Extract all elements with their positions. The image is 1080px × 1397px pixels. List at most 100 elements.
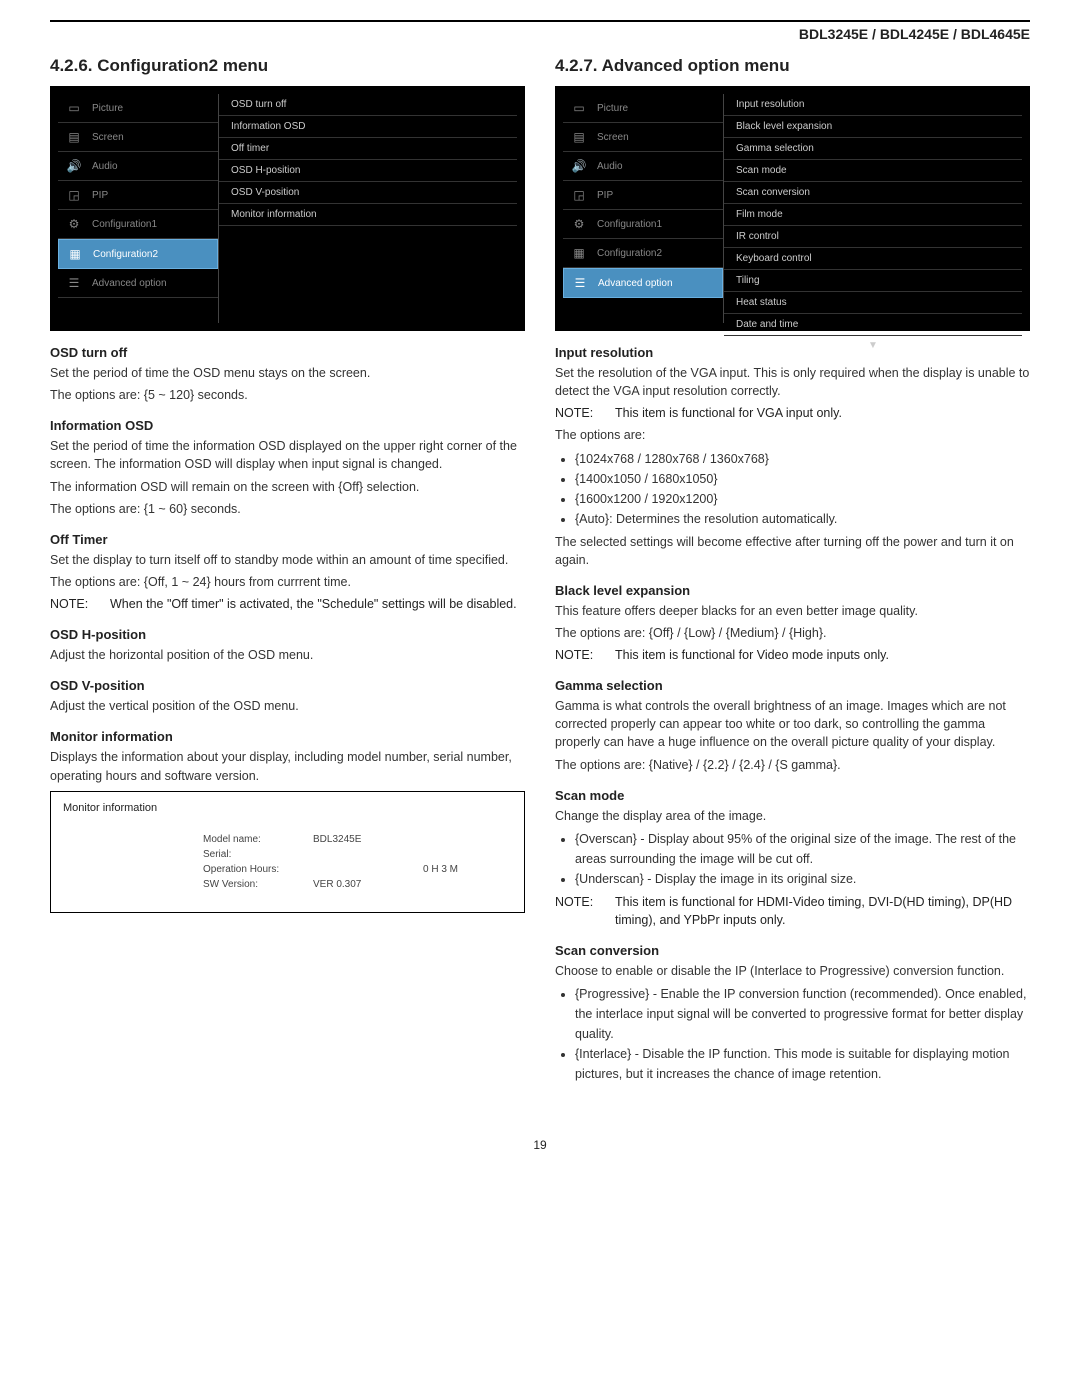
monitor-info-row: SW Version:VER 0.307	[203, 877, 512, 892]
monitor-info-row: Model name:BDL3245E	[203, 832, 512, 847]
list-item: {1600x1200 / 1920x1200}	[575, 489, 1030, 509]
osd-menu-item[interactable]: 🔊Audio	[563, 152, 723, 181]
list-item: {Progressive} - Enable the IP conversion…	[575, 984, 1030, 1044]
body-text: The options are: {Off} / {Low} / {Medium…	[555, 624, 1030, 642]
section-title-config2: 4.2.6. Configuration2 menu	[50, 56, 525, 76]
osd-menu-label: Configuration2	[93, 249, 158, 260]
body-text: Set the period of time the information O…	[50, 437, 525, 473]
pip-icon: ◲	[571, 187, 587, 203]
osd-submenu-item[interactable]: Input resolution	[724, 94, 1022, 116]
body-text: The options are: {1 ~ 60} seconds.	[50, 500, 525, 518]
body-text: Adjust the vertical position of the OSD …	[50, 697, 525, 715]
osd-menu-item[interactable]: ▭Picture	[563, 94, 723, 123]
osd-menu-item[interactable]: ⚙Configuration1	[563, 210, 723, 239]
osd-menu-item[interactable]: ▦ Configuration2	[563, 239, 723, 268]
option-list: {Progressive} - Enable the IP conversion…	[555, 984, 1030, 1084]
note-label: NOTE:	[555, 893, 603, 929]
body-text: The options are: {Off, 1 ~ 24} hours fro…	[50, 573, 525, 591]
osd-menu-label: PIP	[597, 190, 613, 201]
chevron-down-icon: ▼	[724, 336, 1022, 351]
osd-menu-item[interactable]: ▤Screen	[563, 123, 723, 152]
osd-menu-label: Audio	[597, 161, 623, 172]
page-number: 19	[50, 1138, 1030, 1152]
config2-icon: ▦	[571, 245, 587, 261]
list-item: {1024x768 / 1280x768 / 1360x768}	[575, 449, 1030, 469]
osd-menu-item[interactable]: ▦ Configuration2	[58, 239, 218, 269]
osd-submenu-item[interactable]: Black level expansion	[724, 116, 1022, 138]
advanced-icon: ☰	[66, 275, 82, 291]
scan-mode-title: Scan mode	[555, 788, 1030, 803]
body-text: Displays the information about your disp…	[50, 748, 525, 784]
right-column: 4.2.7. Advanced option menu ▭Picture▤Scr…	[555, 56, 1030, 1098]
body-text: The options are: {Native} / {2.2} / {2.4…	[555, 756, 1030, 774]
osd-submenu-item[interactable]: Monitor information	[219, 204, 517, 226]
osd-panel-advanced: ▭Picture▤Screen🔊Audio ◲ PIP ⚙Configuration1…	[555, 86, 1030, 331]
osd-submenu-item[interactable]: OSD V-position	[219, 182, 517, 204]
osd-menu-label: Advanced option	[92, 278, 167, 289]
osd-menu-item[interactable]: 🔊 Audio	[58, 152, 218, 181]
monitor-info-box-title: Monitor information	[63, 802, 512, 814]
note-body: This item is functional for Video mode i…	[615, 646, 1030, 664]
osd-submenu-item[interactable]: Scan conversion	[724, 182, 1022, 204]
osd-menu-item[interactable]: ▭Picture	[58, 94, 218, 123]
monitor-info-row: Operation Hours:0 H 3 M	[203, 862, 512, 877]
osd-panel-config2: ▭Picture▤Screen 🔊 Audio ◲PIP⚙Configuration1…	[50, 86, 525, 331]
body-text: Change the display area of the image.	[555, 807, 1030, 825]
left-column: 4.2.6. Configuration2 menu ▭Picture▤Scre…	[50, 56, 525, 1098]
body-text: The options are:	[555, 426, 1030, 444]
osd-menu-label: Advanced option	[598, 278, 673, 289]
osd-h-title: OSD H-position	[50, 627, 525, 642]
osd-menu-label: Audio	[92, 161, 118, 172]
osd-menu-item[interactable]: ⚙Configuration1	[58, 210, 218, 239]
osd-submenu-item[interactable]: Scan mode	[724, 160, 1022, 182]
info-value	[313, 862, 423, 877]
osd-submenu-item[interactable]: IR control	[724, 226, 1022, 248]
info-label: SW Version:	[203, 877, 313, 892]
osd-submenu-item[interactable]: Date and time	[724, 314, 1022, 336]
osd-menu-item[interactable]: ▤Screen	[58, 123, 218, 152]
info-osd-title: Information OSD	[50, 418, 525, 433]
osd-menu-label: PIP	[92, 190, 108, 201]
config2-icon: ▦	[67, 246, 83, 262]
info-value: BDL3245E	[313, 832, 423, 847]
osd-submenu-item[interactable]: OSD turn off	[219, 94, 517, 116]
info-label: Serial:	[203, 847, 313, 862]
osd-menu-item[interactable]: ◲ PIP	[563, 181, 723, 210]
osd-submenu-item[interactable]: OSD H-position	[219, 160, 517, 182]
black-level-title: Black level expansion	[555, 583, 1030, 598]
monitor-info-row: Serial:	[203, 847, 512, 862]
osd-menu-item[interactable]: ◲PIP	[58, 181, 218, 210]
info-label: Model name:	[203, 832, 313, 847]
osd-menu-label: Configuration2	[597, 248, 662, 259]
body-text: The options are: {5 ~ 120} seconds.	[50, 386, 525, 404]
list-item: {1400x1050 / 1680x1050}	[575, 469, 1030, 489]
screen-icon: ▤	[571, 129, 587, 145]
osd-submenu-item[interactable]: Heat status	[724, 292, 1022, 314]
osd-submenu-item[interactable]: Keyboard control	[724, 248, 1022, 270]
advanced-icon: ☰	[572, 275, 588, 291]
osd-left-menu: ▭Picture▤Screen🔊Audio ◲ PIP ⚙Configuration1…	[563, 94, 723, 323]
info-extra: 0 H 3 M	[423, 862, 458, 877]
info-value: VER 0.307	[313, 877, 423, 892]
osd-submenu-item[interactable]: Gamma selection	[724, 138, 1022, 160]
list-item: {Auto}: Determines the resolution automa…	[575, 509, 1030, 529]
osd-menu-label: Screen	[92, 132, 124, 143]
audio-icon: 🔊	[66, 158, 82, 174]
osd-submenu-item[interactable]: Tiling	[724, 270, 1022, 292]
body-text: This feature offers deeper blacks for an…	[555, 602, 1030, 620]
list-item: {Interlace} - Disable the IP function. T…	[575, 1044, 1030, 1084]
note-label: NOTE:	[555, 404, 603, 422]
osd-menu-label: Configuration1	[597, 219, 662, 230]
osd-menu-item[interactable]: ☰ Advanced option	[58, 269, 218, 298]
body-text: Set the period of time the OSD menu stay…	[50, 364, 525, 382]
osd-submenu-item[interactable]: Information OSD	[219, 116, 517, 138]
picture-icon: ▭	[66, 100, 82, 116]
note-body: When the "Off timer" is activated, the "…	[110, 595, 525, 613]
body-text: Choose to enable or disable the IP (Inte…	[555, 962, 1030, 980]
osd-menu-label: Picture	[597, 103, 628, 114]
scan-conv-title: Scan conversion	[555, 943, 1030, 958]
osd-menu-item[interactable]: ☰ Advanced option	[563, 268, 723, 298]
osd-submenu-item[interactable]: Off timer	[219, 138, 517, 160]
off-timer-title: Off Timer	[50, 532, 525, 547]
osd-submenu-item[interactable]: Film mode	[724, 204, 1022, 226]
